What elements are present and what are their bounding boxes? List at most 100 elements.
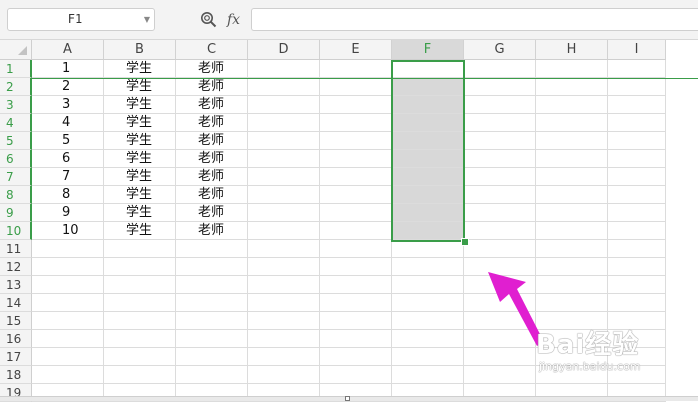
cell-h15[interactable] <box>536 312 608 330</box>
fx-icon[interactable]: fx <box>227 11 247 29</box>
cell-b4[interactable]: 学生 <box>104 114 176 132</box>
cell-e17[interactable] <box>320 348 392 366</box>
cell-d3[interactable] <box>248 96 320 114</box>
cell-c9[interactable]: 老师 <box>176 204 248 222</box>
cell-e5[interactable] <box>320 132 392 150</box>
cell-a1[interactable]: 1 <box>32 60 104 78</box>
row-header-14[interactable]: 14 <box>0 294 32 312</box>
column-header-h[interactable]: H <box>536 40 608 60</box>
cell-g13[interactable] <box>464 276 536 294</box>
cell-a16[interactable] <box>32 330 104 348</box>
cell-b12[interactable] <box>104 258 176 276</box>
cell-g7[interactable] <box>464 168 536 186</box>
select-all-corner[interactable] <box>0 40 32 60</box>
cell-d12[interactable] <box>248 258 320 276</box>
cell-b11[interactable] <box>104 240 176 258</box>
cell-b1[interactable]: 学生 <box>104 60 176 78</box>
column-header-c[interactable]: C <box>176 40 248 60</box>
cell-i11[interactable] <box>608 240 666 258</box>
cell-d8[interactable] <box>248 186 320 204</box>
cell-h2[interactable] <box>536 78 608 96</box>
cell-b17[interactable] <box>104 348 176 366</box>
cell-b18[interactable] <box>104 366 176 384</box>
cell-i4[interactable] <box>608 114 666 132</box>
cell-i17[interactable] <box>608 348 666 366</box>
cell-e6[interactable] <box>320 150 392 168</box>
row-header-3[interactable]: 3 <box>0 96 32 114</box>
cell-f13[interactable] <box>392 276 464 294</box>
cell-h13[interactable] <box>536 276 608 294</box>
cell-c16[interactable] <box>176 330 248 348</box>
cell-f16[interactable] <box>392 330 464 348</box>
cell-f18[interactable] <box>392 366 464 384</box>
cell-d18[interactable] <box>248 366 320 384</box>
cell-e8[interactable] <box>320 186 392 204</box>
cell-b13[interactable] <box>104 276 176 294</box>
cell-i12[interactable] <box>608 258 666 276</box>
cell-e3[interactable] <box>320 96 392 114</box>
cell-i3[interactable] <box>608 96 666 114</box>
cell-e18[interactable] <box>320 366 392 384</box>
cell-a2[interactable]: 2 <box>32 78 104 96</box>
cell-b7[interactable]: 学生 <box>104 168 176 186</box>
chevron-down-icon[interactable]: ▼ <box>144 11 150 28</box>
cell-f9[interactable] <box>392 204 464 222</box>
cell-d5[interactable] <box>248 132 320 150</box>
cell-c17[interactable] <box>176 348 248 366</box>
cell-c13[interactable] <box>176 276 248 294</box>
cell-b9[interactable]: 学生 <box>104 204 176 222</box>
cell-g4[interactable] <box>464 114 536 132</box>
cell-a12[interactable] <box>32 258 104 276</box>
column-header-d[interactable]: D <box>248 40 320 60</box>
formula-input[interactable] <box>251 8 698 31</box>
cell-d17[interactable] <box>248 348 320 366</box>
scroll-handle[interactable] <box>345 396 350 401</box>
cell-h1[interactable] <box>536 60 608 78</box>
column-header-a[interactable]: A <box>32 40 104 60</box>
cell-c5[interactable]: 老师 <box>176 132 248 150</box>
cell-i16[interactable] <box>608 330 666 348</box>
cell-c14[interactable] <box>176 294 248 312</box>
cell-b15[interactable] <box>104 312 176 330</box>
cell-d13[interactable] <box>248 276 320 294</box>
cell-g12[interactable] <box>464 258 536 276</box>
row-header-17[interactable]: 17 <box>0 348 32 366</box>
row-header-15[interactable]: 15 <box>0 312 32 330</box>
cell-c8[interactable]: 老师 <box>176 186 248 204</box>
cell-a8[interactable]: 8 <box>32 186 104 204</box>
cell-b6[interactable]: 学生 <box>104 150 176 168</box>
cell-b5[interactable]: 学生 <box>104 132 176 150</box>
cell-b2[interactable]: 学生 <box>104 78 176 96</box>
cell-f12[interactable] <box>392 258 464 276</box>
cell-d7[interactable] <box>248 168 320 186</box>
column-header-e[interactable]: E <box>320 40 392 60</box>
cell-h6[interactable] <box>536 150 608 168</box>
cell-f14[interactable] <box>392 294 464 312</box>
cell-i1[interactable] <box>608 60 666 78</box>
cell-f11[interactable] <box>392 240 464 258</box>
cell-i5[interactable] <box>608 132 666 150</box>
cell-c18[interactable] <box>176 366 248 384</box>
cell-h4[interactable] <box>536 114 608 132</box>
cell-i10[interactable] <box>608 222 666 240</box>
cell-h12[interactable] <box>536 258 608 276</box>
cell-b16[interactable] <box>104 330 176 348</box>
cell-i6[interactable] <box>608 150 666 168</box>
cell-f6[interactable] <box>392 150 464 168</box>
cell-b8[interactable]: 学生 <box>104 186 176 204</box>
row-header-2[interactable]: 2 <box>0 78 32 96</box>
cell-i8[interactable] <box>608 186 666 204</box>
cell-a10[interactable]: 10 <box>32 222 104 240</box>
cell-g8[interactable] <box>464 186 536 204</box>
cell-f4[interactable] <box>392 114 464 132</box>
cell-f15[interactable] <box>392 312 464 330</box>
cell-f1[interactable] <box>392 60 464 78</box>
cell-h18[interactable] <box>536 366 608 384</box>
cell-e2[interactable] <box>320 78 392 96</box>
cell-g6[interactable] <box>464 150 536 168</box>
cell-f17[interactable] <box>392 348 464 366</box>
cell-f3[interactable] <box>392 96 464 114</box>
cell-f10[interactable] <box>392 222 464 240</box>
cell-h16[interactable] <box>536 330 608 348</box>
cell-a3[interactable]: 3 <box>32 96 104 114</box>
